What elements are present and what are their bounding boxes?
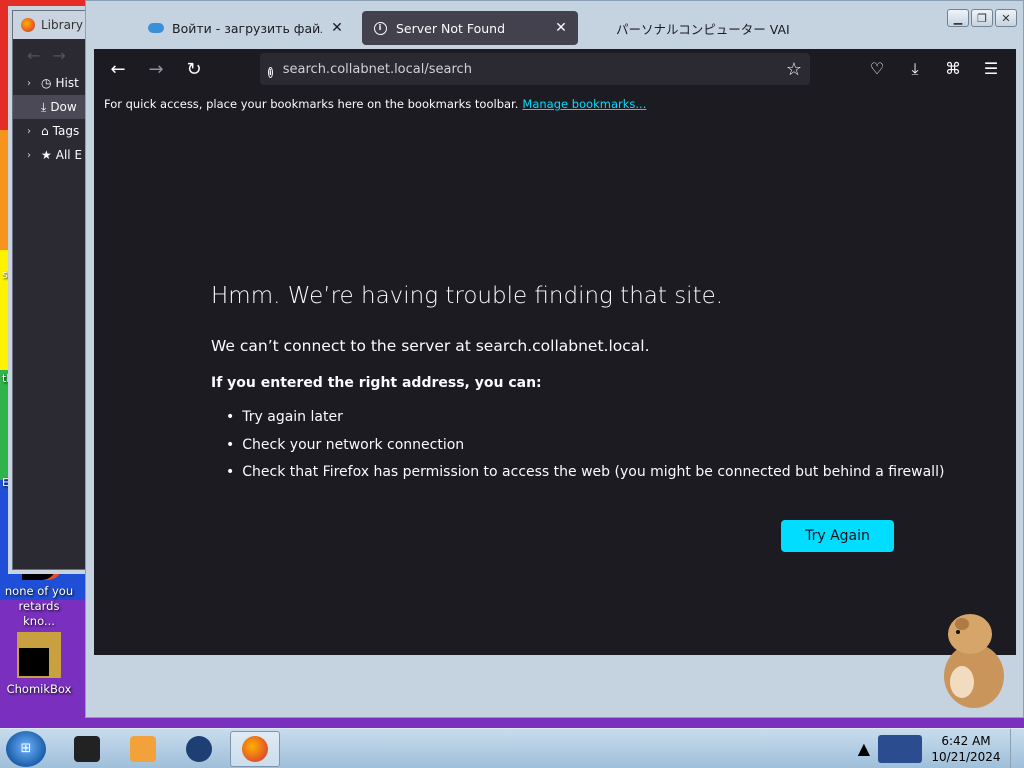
suggestion-item: Check your network connection	[226, 437, 944, 465]
desktop-side-label: s	[2, 268, 8, 281]
window-controls: ▁ ❐ ✕	[947, 9, 1017, 27]
error-hint: If you entered the right address, you ca…	[211, 375, 542, 391]
menu-icon[interactable]: ☰	[980, 59, 1002, 79]
desktop-icon-label: none of you retards kno...	[4, 584, 74, 628]
close-icon[interactable]: ✕	[330, 20, 344, 36]
browser-toolbar: ← → ↻ i search.collabnet.local/search ☆ …	[94, 49, 1016, 119]
tab-title: Войти - загрузить файл	[172, 20, 322, 36]
reload-button[interactable]: ↻	[182, 57, 206, 81]
taskbar-app-firefox[interactable]	[230, 730, 280, 767]
clock-icon: ◷	[41, 76, 52, 90]
library-item-label: All E	[55, 148, 83, 162]
error-page: Hmm. We’re having trouble finding that s…	[94, 119, 1016, 655]
toolbar-actions: ♡ ⤓ ⌘ ☰	[866, 59, 1016, 79]
system-tray: ▲ 6:42 AM 10/21/2024	[858, 733, 1010, 765]
hamster-sticker	[944, 614, 1004, 708]
library-title: Library	[41, 18, 83, 32]
tab-upload[interactable]: Войти - загрузить файл ✕	[138, 11, 354, 45]
tray-expand-icon[interactable]: ▲	[858, 739, 870, 758]
window-bottom-frame	[94, 663, 1016, 713]
globe-icon	[186, 735, 212, 762]
bookmarks-hint: For quick access, place your bookmarks h…	[104, 97, 519, 111]
url-bar[interactable]: i search.collabnet.local/search ☆	[260, 53, 810, 85]
try-again-button[interactable]: Try Again	[781, 520, 894, 552]
tab-bar: Войти - загрузить файл ✕ i Server Not Fo…	[86, 1, 1023, 49]
error-subtitle: We can’t connect to the server at search…	[211, 337, 650, 355]
maximize-button[interactable]: ❐	[971, 9, 993, 27]
nav-row: ← → ↻ i search.collabnet.local/search ☆ …	[94, 49, 1016, 89]
firefox-window: Войти - загрузить файл ✕ i Server Not Fo…	[85, 0, 1024, 718]
chevron-right-icon[interactable]: ›	[27, 78, 37, 89]
url-text[interactable]: search.collabnet.local/search	[283, 62, 776, 77]
library-item-label: Hist	[55, 76, 79, 90]
library-item-label: Tags	[52, 124, 80, 138]
forward-arrow-icon[interactable]: →	[52, 46, 65, 65]
firefox-icon	[21, 18, 35, 32]
tray-app-icon[interactable]	[878, 734, 922, 763]
clock-date: 10/21/2024	[931, 749, 1001, 764]
star-icon: ★	[41, 148, 52, 162]
clock-time: 6:42 AM	[941, 733, 991, 748]
back-arrow-icon[interactable]: ←	[27, 46, 40, 65]
tab-vaio[interactable]: パーソナルコンピューター VAI	[606, 11, 822, 45]
download-icon: ⤓	[41, 99, 47, 114]
library-item-label: Dow	[50, 100, 77, 114]
bookmark-star-icon[interactable]: ☆	[786, 59, 802, 80]
forward-button[interactable]: →	[144, 57, 168, 81]
show-desktop-button[interactable]	[1010, 728, 1024, 768]
desktop-side-label: E	[2, 476, 9, 489]
clock[interactable]: 6:42 AM 10/21/2024	[930, 733, 1002, 765]
error-title: Hmm. We’re having trouble finding that s…	[211, 283, 724, 309]
download-icon[interactable]: ⤓	[904, 59, 926, 79]
suggestion-item: Try again later	[226, 409, 944, 437]
suggestion-item: Check that Firefox has permission to acc…	[226, 464, 944, 492]
firefox-icon	[242, 735, 268, 762]
close-window-button[interactable]: ✕	[995, 9, 1017, 27]
tag-icon: ⌂	[41, 124, 49, 138]
close-icon[interactable]: ✕	[554, 20, 568, 36]
pocket-icon[interactable]: ♡	[866, 59, 888, 79]
folder-icon	[74, 735, 100, 762]
media-player-icon	[130, 735, 156, 762]
tab-title: Server Not Found	[396, 20, 506, 36]
cloud-icon	[148, 20, 164, 36]
taskbar-app-folder[interactable]	[62, 731, 112, 767]
info-icon[interactable]: i	[268, 60, 273, 79]
desktop-icon-label: ChomikBox	[6, 682, 72, 696]
back-button[interactable]: ←	[106, 57, 130, 81]
desktop-icon-chomikbox[interactable]: ChomikBox	[4, 632, 74, 697]
taskbar-app-media[interactable]	[118, 731, 168, 767]
suggestion-list: Try again later Check your network conne…	[226, 409, 944, 492]
taskbar: ⊞ ▲ 6:42 AM 10/21/2024	[0, 728, 1024, 768]
taskbar-app-browser[interactable]	[174, 731, 224, 767]
manage-bookmarks-link[interactable]: Manage bookmarks...	[522, 97, 646, 111]
extensions-icon[interactable]: ⌘	[942, 59, 964, 79]
chevron-right-icon[interactable]: ›	[27, 150, 37, 161]
bookmarks-toolbar: For quick access, place your bookmarks h…	[94, 89, 1016, 119]
tab-title: パーソナルコンピューター VAI	[616, 21, 790, 37]
tab-server-not-found[interactable]: i Server Not Found ✕	[362, 11, 578, 45]
chomikbox-icon	[17, 632, 61, 678]
minimize-button[interactable]: ▁	[947, 9, 969, 27]
info-icon: i	[372, 20, 388, 36]
chevron-right-icon[interactable]: ›	[27, 126, 37, 137]
start-button[interactable]: ⊞	[6, 730, 46, 767]
